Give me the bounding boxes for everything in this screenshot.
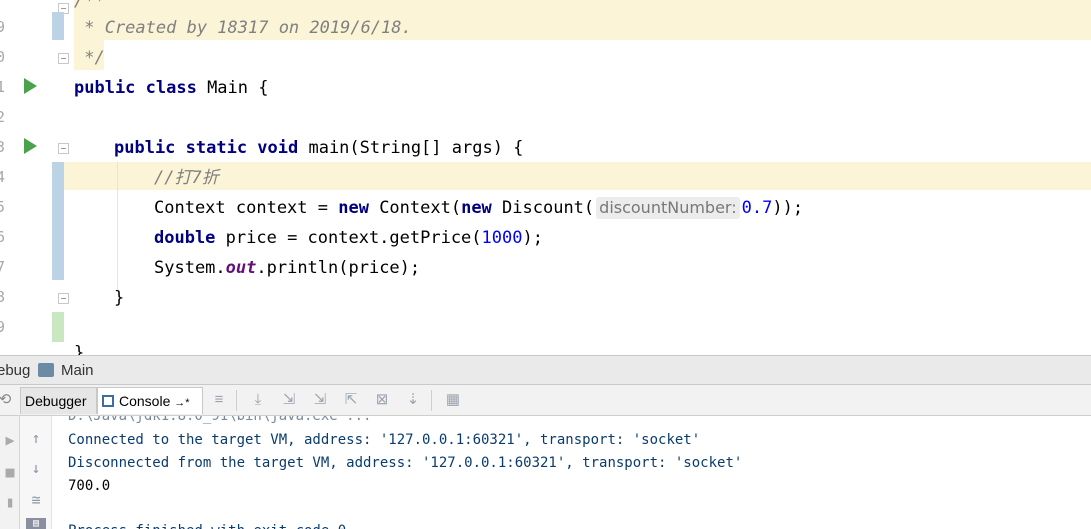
code-line: public class Main { [74,73,268,103]
toolbar-separator [431,390,432,411]
fold-icon[interactable] [58,293,69,304]
console-output[interactable]: D:\Java\jdk1.8.0_91\bin\java.exe ... Con… [52,416,1091,529]
step-over-icon[interactable]: ⤓ [248,390,268,410]
debug-title: ebug [0,362,31,379]
code-text: Main { [196,78,269,98]
indent-guide [117,162,118,290]
code-text: } [74,343,85,355]
print-icon[interactable]: ▤ [26,518,46,529]
code-text: Context( [368,198,462,218]
console-icon [102,395,114,407]
scroll-up-icon[interactable]: ↑ [26,428,46,448]
code-line: System.out.println(price); [154,253,420,283]
console-line-output: 700.0 [68,478,111,494]
code-line: Context context = new Context(new Discou… [154,193,803,223]
comment-text: */ [74,48,105,68]
line-number: 3 [0,138,6,156]
fold-icon[interactable] [58,143,69,154]
debug-side-toolbar: ▶ ■ ▮ [0,416,20,529]
keyword: double [154,228,216,248]
code-text: .println(price); [256,258,421,278]
run-config-tab[interactable]: Main [61,362,94,379]
resume-icon[interactable]: ⟲ [0,390,12,410]
code-text: price = context.getPrice( [215,228,482,248]
code-text: main(String[] args) { [298,138,524,158]
line-number: 9 [0,18,6,36]
tab-debugger-label: Debugger [25,393,87,409]
rerun-icon[interactable]: ▶ [0,430,20,450]
debug-tool-window-header: ebug Main [0,355,1091,385]
code-text: Context context = [154,198,339,218]
number-literal: 0.7 [741,198,773,218]
line-number: 6 [0,228,6,246]
console-line-disconnected: Disconnected from the target VM, address… [68,455,743,471]
debug-toolbar: ⟲ Debugger Console →* ≡ ⤓ ⇲ ⇲ ⇱ ⊠ ⇣ ▦ [0,385,1091,416]
code-line: } [114,283,124,313]
tab-debugger[interactable]: Debugger [20,387,97,414]
run-method-icon[interactable] [24,138,37,154]
code-text: } [114,288,125,308]
toolbar-separator [236,390,237,411]
code-text: Discount( [491,198,595,218]
line-number: 0 [0,48,6,66]
console-side-toolbar: ↑ ↓ ≅ ▤ [20,416,52,529]
tab-console[interactable]: Console →* [97,387,203,414]
run-class-icon[interactable] [24,78,37,94]
comment-text: //打7折 [154,168,219,188]
code-line: //打7折 [154,163,219,193]
code-line: */ [74,43,105,73]
pause-icon[interactable]: ▮ [0,492,20,512]
code-text: )); [772,198,804,218]
parameter-hint: discountNumber: [596,197,740,219]
line-number: 1 [0,78,6,96]
console-line-connected: Connected to the target VM, address: '12… [68,432,701,448]
pin-icon: →* [174,397,190,409]
step-into-icon[interactable]: ⇲ [279,390,299,410]
static-field: out [225,258,257,278]
soft-wrap-icon[interactable]: ≅ [26,490,46,510]
vcs-added-marker[interactable] [52,312,64,342]
line-number: 8 [0,288,6,306]
comment-text: /** [74,0,105,11]
comment-text: * Created by 18317 on 2019/6/18. [74,18,412,38]
number-literal: 1000 [481,228,523,248]
keyword: public static void [114,138,299,158]
run-config-icon [38,363,54,377]
console-line-command: D:\Java\jdk1.8.0_91\bin\java.exe ... [68,416,372,424]
show-execution-point-icon[interactable]: ≡ [209,390,229,410]
code-line: * Created by 18317 on 2019/6/18. [74,13,412,43]
stop-icon[interactable]: ■ [0,462,20,482]
code-text: System. [154,258,226,278]
keyword: new [338,198,369,218]
keyword: new [461,198,492,218]
line-number: 4 [0,168,6,186]
fold-icon[interactable] [58,53,69,64]
code-line: public static void main(String[] args) { [114,133,523,163]
vcs-changed-marker[interactable] [52,12,64,40]
line-number: 7 [0,258,6,276]
console-line-exit: Process finished with exit code 0 [68,520,346,529]
drop-frame-icon[interactable]: ⊠ [372,390,392,410]
code-line: double price = context.getPrice(1000); [154,223,543,253]
evaluate-expression-icon[interactable]: ▦ [443,390,463,410]
run-to-cursor-icon[interactable]: ⇣ [403,390,423,410]
code-text: ); [522,228,543,248]
line-number: 2 [0,108,6,126]
line-number: 9 [0,318,6,336]
vcs-changed-marker[interactable] [52,162,64,280]
line-number: 5 [0,198,6,216]
scroll-down-icon[interactable]: ↓ [26,458,46,478]
keyword: public class [74,78,197,98]
tab-console-label: Console [119,393,171,409]
code-line: } [74,338,84,355]
step-out-icon[interactable]: ⇱ [341,390,361,410]
code-editor[interactable]: 9 0 1 2 3 4 5 6 7 8 9 /** * Created by 1… [0,0,1091,355]
force-step-into-icon[interactable]: ⇲ [310,390,330,410]
